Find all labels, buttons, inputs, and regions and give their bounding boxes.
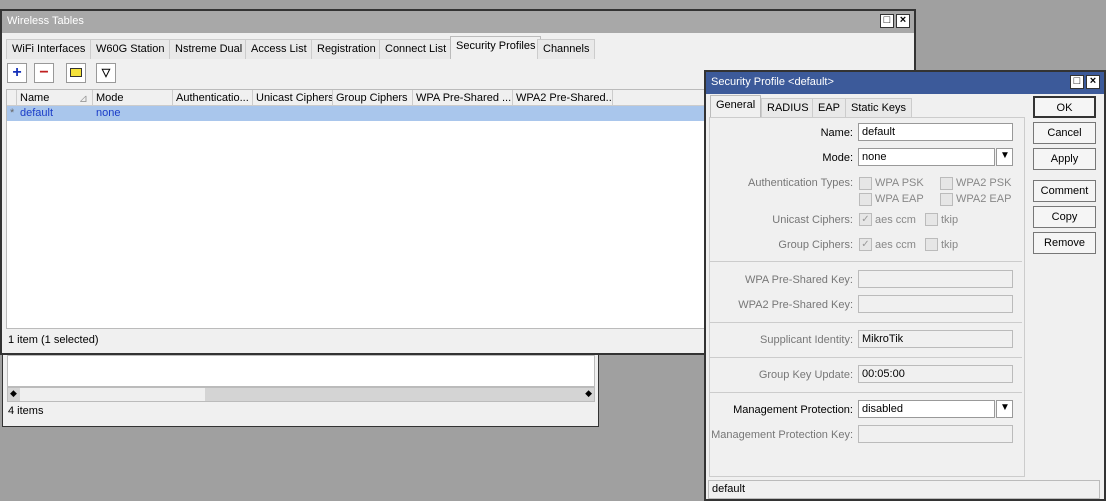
column-group-ciphers[interactable]: Group Ciphers xyxy=(333,90,413,106)
supplicant-input[interactable]: MikroTik xyxy=(858,330,1013,348)
column-name[interactable]: Name ⊿ xyxy=(17,90,93,106)
group-key-update-label: Group Key Update: xyxy=(758,369,853,381)
dialog-tabs: General RADIUS EAP Static Keys xyxy=(710,95,930,118)
tab-access-list[interactable]: Access List xyxy=(245,39,313,59)
tab-bar: WiFi Interfaces W60G Station Nstreme Dua… xyxy=(6,36,906,59)
remove-button[interactable]: − xyxy=(34,63,54,83)
divider xyxy=(710,261,1022,262)
remove-button[interactable]: Remove xyxy=(1033,232,1096,254)
wpa2-key-label: WPA2 Pre-Shared Key: xyxy=(738,299,853,311)
cell-name: default xyxy=(20,107,54,119)
divider xyxy=(710,357,1022,358)
tab-static-keys[interactable]: Static Keys xyxy=(845,98,913,118)
tab-radius[interactable]: RADIUS xyxy=(761,98,815,118)
wpa2-eap-label: WPA2 EAP xyxy=(956,193,1012,205)
mgmt-protection-label: Management Protection: xyxy=(733,404,853,416)
add-button[interactable]: + xyxy=(7,63,27,83)
group-key-update-input[interactable]: 00:05:00 xyxy=(858,365,1013,383)
maximize-button[interactable]: □ xyxy=(880,14,894,28)
mode-select[interactable]: none xyxy=(858,148,995,166)
name-label: Name: xyxy=(820,127,853,139)
mgmt-protection-select[interactable]: disabled xyxy=(858,400,995,418)
tab-general[interactable]: General xyxy=(710,95,762,118)
status-bar: 4 items xyxy=(8,405,44,417)
close-button[interactable]: × xyxy=(1086,75,1100,89)
name-input[interactable]: default xyxy=(858,123,1013,141)
dialog-status: default xyxy=(708,480,1100,499)
wpa-psk-label: WPA PSK xyxy=(875,177,924,189)
title-bar[interactable]: Wireless Tables □ × xyxy=(2,11,914,33)
wpa-psk-checkbox[interactable] xyxy=(859,177,872,190)
mgmt-dropdown-icon[interactable]: ▼ xyxy=(996,400,1013,418)
ok-button[interactable]: OK xyxy=(1033,96,1096,118)
dialog-title-bar[interactable]: Security Profile <default> □ × xyxy=(706,72,1104,94)
wpa-key-label: WPA Pre-Shared Key: xyxy=(744,274,853,286)
unicast-tkip-label: tkip xyxy=(941,214,959,226)
wpa-eap-checkbox[interactable] xyxy=(859,193,872,206)
column-unicast-ciphers[interactable]: Unicast Ciphers xyxy=(253,90,333,106)
mgmt-key-label: Management Protection Key: xyxy=(711,429,853,441)
group-aes-label: aes ccm xyxy=(875,239,916,251)
filter-button[interactable]: ▽ xyxy=(96,63,116,83)
auth-types-label: Authentication Types: xyxy=(748,177,853,189)
divider xyxy=(710,322,1022,323)
supplicant-label: Supplicant Identity: xyxy=(760,334,853,346)
dialog-title: Security Profile <default> xyxy=(711,76,834,88)
wpa2-psk-label: WPA2 PSK xyxy=(956,177,1012,189)
minus-icon: − xyxy=(39,64,49,81)
list-area xyxy=(7,355,595,387)
comment-button[interactable] xyxy=(66,63,86,83)
column-mode[interactable]: Mode xyxy=(93,90,173,106)
unicast-aes-label: aes ccm xyxy=(875,214,916,226)
filter-icon: ▽ xyxy=(101,67,111,79)
wpa2-psk-checkbox[interactable] xyxy=(940,177,953,190)
group-ciphers-label: Group Ciphers: xyxy=(778,239,853,251)
scroll-thumb[interactable] xyxy=(20,388,205,401)
mode-label: Mode: xyxy=(822,152,853,164)
wpa-eap-label: WPA EAP xyxy=(875,193,924,205)
unicast-ciphers-label: Unicast Ciphers: xyxy=(772,214,853,226)
maximize-button[interactable]: □ xyxy=(1070,75,1084,89)
group-tkip-label: tkip xyxy=(941,239,959,251)
tab-wifi-interfaces[interactable]: WiFi Interfaces xyxy=(6,39,92,59)
mgmt-key-input[interactable] xyxy=(858,425,1013,443)
tab-channels[interactable]: Channels xyxy=(537,39,596,59)
column-wpa2-key[interactable]: WPA2 Pre-Shared... xyxy=(513,90,613,106)
scroll-right-icon[interactable]: ◆ xyxy=(585,388,592,399)
cell-mode: none xyxy=(96,107,121,119)
unicast-tkip-checkbox[interactable] xyxy=(925,213,938,226)
copy-button[interactable]: Copy xyxy=(1033,206,1096,228)
scroll-left-icon[interactable]: ◆ xyxy=(10,388,17,399)
toolbar: + − ▽ xyxy=(7,63,127,85)
wpa-key-input[interactable] xyxy=(858,270,1013,288)
tab-connect-list[interactable]: Connect List xyxy=(379,39,453,59)
mode-dropdown-icon[interactable]: ▼ xyxy=(996,148,1013,166)
divider xyxy=(710,392,1022,393)
cancel-button[interactable]: Cancel xyxy=(1033,122,1096,144)
tab-w60g-station[interactable]: W60G Station xyxy=(90,39,171,59)
wpa2-key-input[interactable] xyxy=(858,295,1013,313)
apply-button[interactable]: Apply xyxy=(1033,148,1096,170)
tab-eap[interactable]: EAP xyxy=(812,98,847,118)
column-authentication[interactable]: Authenticatio... xyxy=(173,90,253,106)
wpa2-eap-checkbox[interactable] xyxy=(940,193,953,206)
window-title: Wireless Tables xyxy=(7,15,84,27)
group-tkip-checkbox[interactable] xyxy=(925,238,938,251)
tab-registration[interactable]: Registration xyxy=(311,39,382,59)
unicast-aes-checkbox[interactable]: ✓ xyxy=(859,213,872,226)
status-bar: 1 item (1 selected) xyxy=(8,334,99,346)
tab-nstreme-dual[interactable]: Nstreme Dual xyxy=(169,39,249,59)
close-button[interactable]: × xyxy=(896,14,910,28)
plus-icon: + xyxy=(12,64,22,81)
comment-button[interactable]: Comment xyxy=(1033,180,1096,202)
sort-icon: ⊿ xyxy=(78,93,88,105)
row-marker: * xyxy=(10,107,15,119)
tab-security-profiles[interactable]: Security Profiles xyxy=(450,36,542,59)
column-wpa-key[interactable]: WPA Pre-Shared ... xyxy=(413,90,513,106)
comment-icon xyxy=(70,68,82,77)
horizontal-scrollbar[interactable]: ◆ ◆ xyxy=(7,387,595,402)
group-aes-checkbox[interactable]: ✓ xyxy=(859,238,872,251)
